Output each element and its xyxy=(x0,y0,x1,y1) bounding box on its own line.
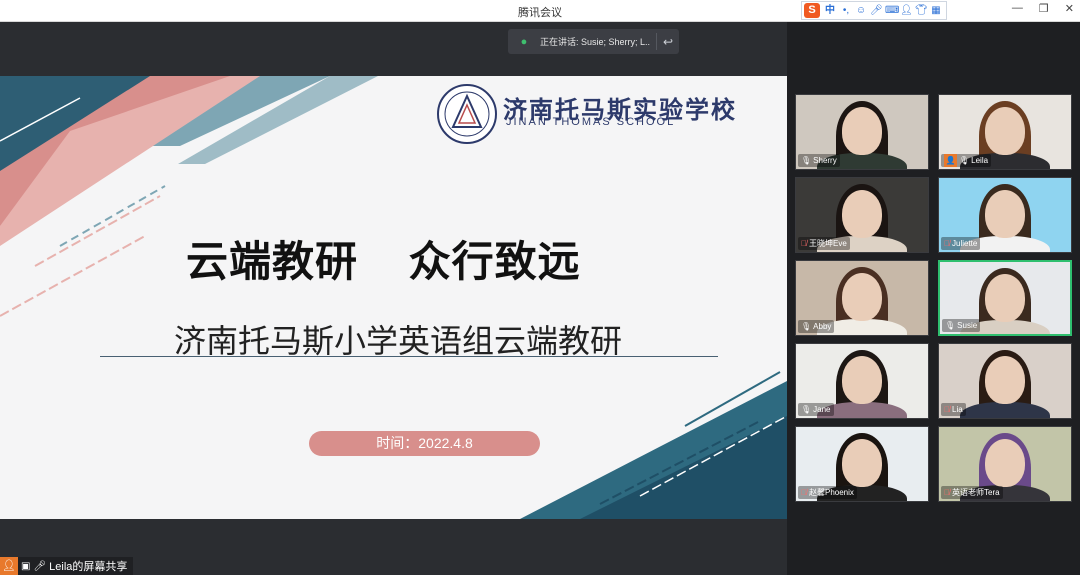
mic-icon: ● xyxy=(520,35,528,48)
subtitle-underline xyxy=(100,356,718,357)
screen-share-label[interactable]: 👤︎ ▣ 🎤︎ Leila的屏幕共享 xyxy=(0,557,134,575)
participant-body xyxy=(960,402,1050,418)
slide-headline: 云端教研 众行致远 xyxy=(186,238,581,285)
participant-face xyxy=(985,107,1025,155)
participant-tile[interactable]: 🎙̸ Juliette xyxy=(938,177,1072,253)
title-bar: 腾讯会议 S 中 •, ☺ 🎤︎ ⌨ 👤︎ 👕︎ ▦ — ❐ ✕ xyxy=(0,0,1080,22)
mic-icon: 🎙 xyxy=(945,321,956,330)
participant-name: Leila xyxy=(971,156,989,165)
speaking-indicator[interactable]: ● 正在讲话: Susie; Sherry; L... ↩ xyxy=(508,29,679,54)
school-logo xyxy=(437,84,497,144)
participant-name-tag: 🎙̸ 英语老师Tera xyxy=(941,486,1003,499)
participant-tile[interactable]: 🎙 Jane xyxy=(795,343,929,419)
speaking-text: 正在讲话: Susie; Sherry; L... xyxy=(540,37,650,47)
participant-face xyxy=(985,190,1025,238)
school-name-en: JINAN THOMAS SCHOOL xyxy=(506,116,676,128)
shared-slide: 济南托马斯实验学校 JINAN THOMAS SCHOOL 云端教研 众行致远 … xyxy=(0,76,787,519)
participant-face xyxy=(842,356,882,404)
participant-name-tag: 🎙̸ Juliette xyxy=(941,237,981,250)
meeting-window: 腾讯会议 S 中 •, ☺ 🎤︎ ⌨ 👤︎ 👕︎ ▦ — ❐ ✕ ● 正在讲话:… xyxy=(0,0,1080,575)
participant-name-tag: 🎙̸ 赵馨Phoenix xyxy=(798,486,857,499)
participant-name-tag: 🎙̸ Lia xyxy=(941,403,966,416)
smile-icon[interactable]: ☺ xyxy=(855,3,867,18)
shirt-icon[interactable]: 👕︎ xyxy=(915,3,928,18)
participant-tile[interactable]: 👤 🎙 Leila xyxy=(938,94,1072,170)
sogou-icon[interactable]: S xyxy=(804,3,820,18)
participant-tile[interactable]: 🎙̸ Lia xyxy=(938,343,1072,419)
participant-gallery: 🎙 Sherry 👤 🎙 Leila 🎙̸ 王晓坤Eve 🎙̸ Juliette 🎙 Abby 🎙 Su… xyxy=(787,22,1080,575)
user-icon[interactable]: 👤︎ xyxy=(900,3,913,18)
participant-face xyxy=(842,439,882,487)
participant-tile[interactable]: 🎙 Sherry xyxy=(795,94,929,170)
participant-face xyxy=(842,273,882,321)
mic-muted-icon: 🎙̸ xyxy=(944,405,950,414)
return-icon[interactable]: ↩ xyxy=(663,35,673,49)
mic-icon: 🎙 xyxy=(801,405,812,414)
person-icon: 👤︎ xyxy=(0,557,18,575)
minimize-icon[interactable]: — xyxy=(1012,2,1023,15)
host-icon: 👤 xyxy=(944,154,957,167)
participant-name: 英语老师Tera xyxy=(952,488,1000,497)
mic-muted-icon: 🎙̸ xyxy=(944,239,950,248)
participant-face xyxy=(842,190,882,238)
participant-tile[interactable]: 🎙 Abby xyxy=(795,260,929,336)
dot-icon[interactable]: •, xyxy=(840,3,852,18)
mic-muted-icon: 🎙̸ xyxy=(944,488,950,497)
participant-tile[interactable]: 🎙̸ 赵馨Phoenix xyxy=(795,426,929,502)
ime-toolbar[interactable]: S 中 •, ☺ 🎤︎ ⌨ 👤︎ 👕︎ ▦ xyxy=(801,1,947,20)
participant-name-tag: 👤 🎙 Leila xyxy=(941,154,992,167)
participant-face xyxy=(985,356,1025,404)
participant-name: Jane xyxy=(813,405,831,414)
mic-icon: 🎤︎ xyxy=(33,560,47,572)
participant-name: Abby xyxy=(813,322,832,331)
participant-name: 王晓坤Eve xyxy=(809,239,847,248)
participant-name-tag: 🎙̸ 王晓坤Eve xyxy=(798,237,850,250)
participant-face xyxy=(985,439,1025,487)
participant-face xyxy=(985,274,1025,322)
participant-name: 赵馨Phoenix xyxy=(809,488,854,497)
screen-icon: ▣ xyxy=(21,560,31,572)
mic-icon: 🎙 xyxy=(801,322,812,331)
participant-name: Sherry xyxy=(813,156,837,165)
mic-icon: 🎙 xyxy=(801,156,812,165)
participant-name: Lia xyxy=(952,405,963,414)
thin-line xyxy=(0,235,146,317)
participant-name: Juliette xyxy=(952,239,978,248)
keyboard-icon[interactable]: ⌨ xyxy=(885,3,899,18)
close-icon[interactable]: ✕ xyxy=(1065,2,1074,15)
ime-mode-label[interactable]: 中 xyxy=(823,3,837,18)
mic-icon: 🎙 xyxy=(959,156,970,165)
mic-muted-icon: 🎙̸ xyxy=(801,488,807,497)
participant-name-tag: 🎙 Susie xyxy=(942,319,981,332)
participant-tile[interactable]: 🎙̸ 英语老师Tera xyxy=(938,426,1072,502)
participant-name-tag: 🎙 Abby xyxy=(798,320,835,333)
participant-tile[interactable]: 🎙̸ 王晓坤Eve xyxy=(795,177,929,253)
participant-name-tag: 🎙 Sherry xyxy=(798,154,840,167)
share-label-text: Leila的屏幕共享 xyxy=(49,561,128,573)
window-controls: — ❐ ✕ xyxy=(1012,2,1074,15)
grid-icon[interactable]: ▦ xyxy=(930,3,942,18)
restore-icon[interactable]: ❐ xyxy=(1039,2,1049,15)
participant-name: Susie xyxy=(957,321,978,330)
mic-muted-icon: 🎙̸ xyxy=(801,239,807,248)
date-badge: 时间：2022.4.8 xyxy=(309,431,540,456)
participant-face xyxy=(842,107,882,155)
mic-icon[interactable]: 🎤︎ xyxy=(870,3,883,18)
participant-tile[interactable]: 🎙 Susie xyxy=(938,260,1072,336)
divider xyxy=(656,33,657,50)
participant-name-tag: 🎙 Jane xyxy=(798,403,834,416)
